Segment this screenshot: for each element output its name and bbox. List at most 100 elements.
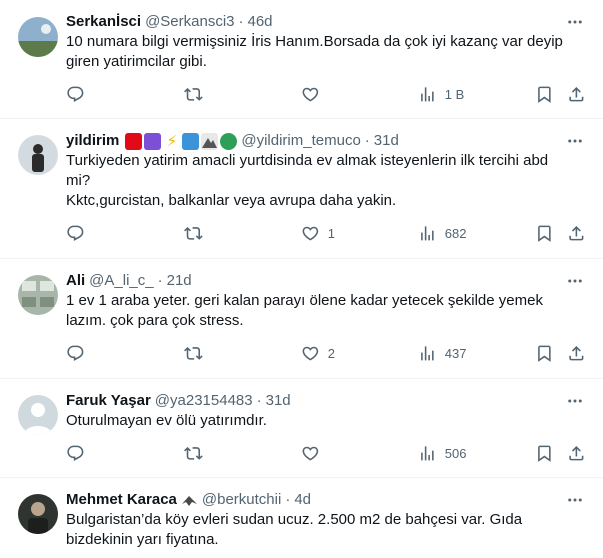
views-button[interactable]: 437 xyxy=(418,343,466,363)
crescent-purple-icon xyxy=(144,132,162,150)
avatar[interactable] xyxy=(18,395,58,435)
reply-button[interactable] xyxy=(66,443,85,463)
separator-dot: · xyxy=(285,491,291,508)
avatar[interactable] xyxy=(18,494,58,534)
reply-button[interactable] xyxy=(66,84,85,104)
tweet-header: Faruk Yaşar @ya23154483 · 31d xyxy=(66,391,587,411)
views-icon xyxy=(421,445,434,461)
reply-icon xyxy=(67,225,84,241)
author-handle[interactable]: @berkutchii xyxy=(202,490,281,510)
share-button[interactable] xyxy=(567,84,586,104)
separator-dot: · xyxy=(364,132,370,149)
tweet-text: 10 numara bilgi vermişsiniz İris Hanım.B… xyxy=(66,33,568,70)
lightning-icon: ⚡ xyxy=(163,132,181,150)
views-count: 437 xyxy=(444,345,467,361)
timestamp[interactable]: 31d xyxy=(266,391,291,411)
timestamp[interactable]: 31d xyxy=(374,131,399,151)
views-button[interactable]: 1 B xyxy=(418,84,464,104)
views-count: 506 xyxy=(444,445,467,461)
bookmark-button[interactable] xyxy=(535,343,554,363)
retweet-icon xyxy=(184,87,203,101)
tweet[interactable]: Mehmet Karaca @berkutchii · 4d Bulgarist… xyxy=(0,478,603,558)
tweet-header: Ali @A_li_c_ · 21d xyxy=(66,271,587,291)
mountain-icon xyxy=(201,132,219,150)
like-count: 1 xyxy=(327,225,335,241)
like-icon xyxy=(302,87,319,102)
author-name[interactable]: Mehmet Karaca xyxy=(66,490,177,510)
tweet-header: yildirim ⚡ @yildirim_temuco · 31d xyxy=(66,131,587,151)
timestamp[interactable]: 46d xyxy=(248,12,273,32)
views-count: 682 xyxy=(444,225,467,241)
retweet-button[interactable] xyxy=(184,443,203,463)
author-name[interactable]: Faruk Yaşar xyxy=(66,391,151,411)
like-button[interactable] xyxy=(301,443,328,463)
avatar[interactable] xyxy=(18,275,58,315)
action-bar: 1 B xyxy=(66,72,587,118)
like-icon xyxy=(302,346,319,361)
views-icon xyxy=(421,345,434,361)
author-handle[interactable]: @ya23154483 xyxy=(155,391,253,411)
author-handle[interactable]: @A_li_c_ xyxy=(89,271,153,291)
reply-icon xyxy=(67,345,84,361)
share-button[interactable] xyxy=(567,443,586,463)
action-bar: 1 682 xyxy=(66,211,587,257)
retweet-icon xyxy=(184,346,203,360)
reply-button[interactable] xyxy=(66,343,85,363)
tweet-header: Mehmet Karaca @berkutchii · 4d xyxy=(66,490,587,510)
wave-icon xyxy=(182,132,200,150)
author-handle[interactable]: @yildirim_temuco xyxy=(241,131,360,151)
tweet-text: Turkiyeden yatirim amacli yurtdisinda ev… xyxy=(66,152,549,209)
more-icon[interactable] xyxy=(565,271,585,291)
bookmark-icon xyxy=(538,225,551,242)
share-icon xyxy=(569,345,584,361)
views-icon xyxy=(421,86,434,102)
retweet-button[interactable] xyxy=(184,84,203,104)
reply-button[interactable] xyxy=(66,223,85,243)
views-button[interactable]: 506 xyxy=(418,443,466,463)
bookmark-button[interactable] xyxy=(535,84,554,104)
views-button[interactable]: 682 xyxy=(418,223,466,243)
tweet[interactable]: Ali @A_li_c_ · 21d 1 ev 1 araba yeter. g… xyxy=(0,259,603,379)
timestamp[interactable]: 21d xyxy=(167,271,192,291)
author-handle[interactable]: @Serkansci3 xyxy=(145,12,234,32)
like-icon xyxy=(302,226,319,241)
more-icon[interactable] xyxy=(565,490,585,510)
share-button[interactable] xyxy=(567,343,586,363)
retweet-icon xyxy=(184,446,203,460)
author-name[interactable]: Ali xyxy=(66,271,85,291)
separator-dot: · xyxy=(157,272,163,289)
separator-dot: · xyxy=(238,13,244,30)
more-icon[interactable] xyxy=(565,12,585,32)
tweet-header: Serkanİsci @Serkansci3 · 46d xyxy=(66,12,587,32)
author-name[interactable]: Serkanİsci xyxy=(66,12,141,32)
tweet[interactable]: yildirim ⚡ @yildirim_temuco · 31d Turkiy… xyxy=(0,119,603,259)
timestamp[interactable]: 4d xyxy=(294,490,311,510)
tweet[interactable]: Serkanİsci @Serkansci3 · 46d 10 numara b… xyxy=(0,0,603,119)
more-icon[interactable] xyxy=(565,391,585,411)
like-button[interactable]: 2 xyxy=(301,343,335,363)
tweet[interactable]: Faruk Yaşar @ya23154483 · 31d Oturulmaya… xyxy=(0,379,603,478)
share-icon xyxy=(569,225,584,241)
share-button[interactable] xyxy=(567,223,586,243)
bookmark-icon xyxy=(538,86,551,103)
retweet-button[interactable] xyxy=(184,343,203,363)
reply-icon xyxy=(67,86,84,102)
bookmark-button[interactable] xyxy=(535,223,554,243)
tweet-text: Bulgaristan’da köy evleri sudan ucuz. 2.… xyxy=(66,511,527,548)
views-count: 1 B xyxy=(444,86,465,102)
share-icon xyxy=(569,445,584,461)
avatar[interactable] xyxy=(18,135,58,175)
eagle-icon xyxy=(180,491,198,509)
avatar[interactable] xyxy=(18,17,58,57)
bookmark-button[interactable] xyxy=(535,443,554,463)
retweet-button[interactable] xyxy=(184,223,203,243)
like-count: 2 xyxy=(327,345,335,361)
views-icon xyxy=(421,225,434,241)
action-bar: 2 437 xyxy=(66,331,587,377)
like-button[interactable] xyxy=(301,84,328,104)
like-button[interactable]: 1 xyxy=(301,223,335,243)
bookmark-icon xyxy=(538,345,551,362)
more-icon[interactable] xyxy=(565,131,585,151)
author-name[interactable]: yildirim xyxy=(66,131,119,151)
tweet-text: 1 ev 1 araba yeter. geri kalan parayı öl… xyxy=(66,292,548,329)
